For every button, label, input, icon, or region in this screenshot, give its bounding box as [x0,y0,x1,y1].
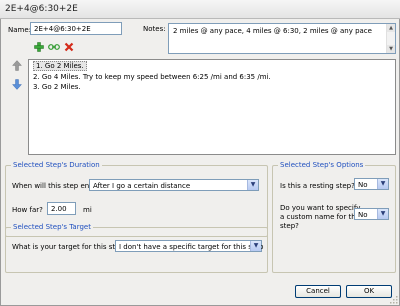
title-bar: 2E+4@6:30+2E [0,0,400,19]
link-icon[interactable] [48,43,60,51]
list-item[interactable]: 1. Go 2 Miles. [33,61,87,71]
target-question-label: What is your target for this step? [12,243,128,251]
scroll-down-icon[interactable]: ▼ [387,45,395,53]
end-condition-select[interactable]: After I go a certain distance ▼ [89,179,259,191]
target-select[interactable]: I don't have a specific target for this … [115,240,264,252]
name-input[interactable] [30,22,122,35]
custom-name-value: No [358,211,368,219]
resting-question-label: Is this a resting step? [280,182,355,190]
notes-label: Notes: [143,25,166,33]
list-item[interactable]: 2. Go 4 Miles. Try to keep my speed betw… [33,73,271,81]
unit-label: mi [83,206,92,214]
dialog-body: Name: Notes: 2 miles @ any pace, 4 miles… [0,19,400,306]
ok-button[interactable]: OK [346,285,392,298]
step-text: 2. Go 4 Miles. Try to keep my speed betw… [33,73,271,81]
custom-name-select[interactable]: No ▼ [354,208,389,220]
list-item[interactable]: 3. Go 2 Miles. [33,83,81,91]
chevron-down-icon[interactable]: ▼ [377,179,388,189]
end-condition-value: After I go a certain distance [93,182,191,190]
move-down-arrow-icon[interactable] [12,79,22,90]
cancel-button[interactable]: Cancel [295,285,341,298]
target-value: I don't have a specific target for this … [119,243,264,251]
add-icon[interactable] [34,42,44,52]
notes-scrollbar[interactable]: ▲ ▼ [386,24,395,53]
how-far-label: How far? [12,206,43,214]
end-question-label: When will this step end? [12,182,98,190]
options-group: Selected Step's Options Is this a restin… [272,161,396,273]
resting-value: No [358,181,368,189]
name-label: Name: [8,26,32,34]
options-legend: Selected Step's Options [278,161,366,169]
step-text: 3. Go 2 Miles. [33,83,81,91]
chevron-down-icon[interactable]: ▼ [250,241,261,251]
chevron-down-icon[interactable]: ▼ [377,209,388,219]
custom-name-label-3: step? [280,222,299,230]
distance-input[interactable] [47,202,76,215]
duration-legend: Selected Step's Duration [11,161,102,169]
move-up-arrow-icon[interactable] [12,60,22,71]
notes-text: 2 miles @ any pace, 4 miles @ 6:30, 2 mi… [173,27,372,35]
resize-grip-icon[interactable] [389,295,398,304]
scroll-up-icon[interactable]: ▲ [387,24,395,32]
custom-name-label-1: Do you want to specify [280,204,361,212]
step-text: 1. Go 2 Miles. [33,61,87,71]
chevron-down-icon[interactable]: ▼ [247,180,258,190]
steps-list[interactable]: 1. Go 2 Miles. 2. Go 4 Miles. Try to kee… [28,59,396,155]
delete-icon[interactable] [64,42,74,52]
custom-name-label-2: a custom name for this [280,213,362,221]
notes-textarea[interactable]: 2 miles @ any pace, 4 miles @ 6:30, 2 mi… [168,23,396,54]
target-group: Selected Step's Target What is your targ… [5,223,268,273]
resting-select[interactable]: No ▼ [354,178,389,190]
window-title: 2E+4@6:30+2E [5,4,78,14]
target-legend: Selected Step's Target [11,223,93,231]
